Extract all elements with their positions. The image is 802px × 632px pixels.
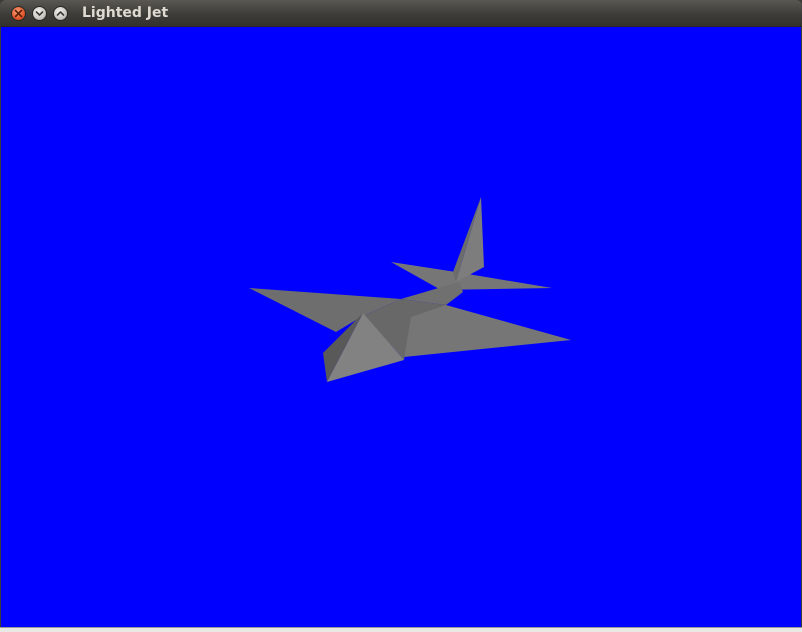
close-button[interactable] [11,6,26,21]
app-window: Lighted Jet [0,0,802,632]
window-title: Lighted Jet [82,5,169,21]
close-icon [14,9,23,18]
window-bottom-edge [0,627,802,632]
minimize-button[interactable] [32,6,47,21]
maximize-icon [56,11,65,16]
maximize-button[interactable] [53,6,68,21]
gl-canvas[interactable] [1,27,801,627]
title-bar[interactable]: Lighted Jet [0,0,802,27]
scene-render [1,27,801,627]
minimize-icon [35,11,44,16]
